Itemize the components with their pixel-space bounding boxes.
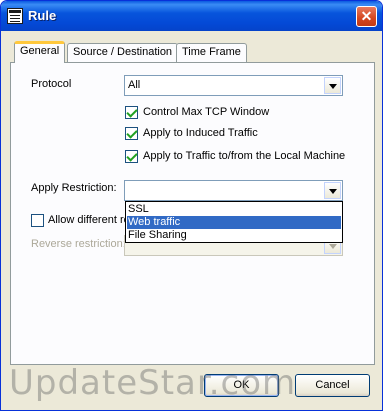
cancel-button[interactable]: Cancel — [295, 374, 370, 397]
allow-different-label: Allow different re — [48, 214, 130, 226]
apply-restriction-dropdown-list: SSL Web traffic File Sharing — [125, 201, 343, 243]
apply-restriction-combo[interactable] — [124, 180, 343, 201]
dropdown-option-ssl[interactable]: SSL — [127, 203, 341, 216]
watermark-logo: UpdateStar.com — [9, 363, 297, 403]
title-bar[interactable]: Rule ✕ — [1, 1, 382, 31]
dropdown-option-file-sharing[interactable]: File Sharing — [127, 229, 341, 242]
apply-local-machine-checkbox[interactable] — [125, 150, 138, 163]
apply-local-machine-label: Apply to Traffic to/from the Local Machi… — [143, 150, 346, 162]
tab-general[interactable]: General — [14, 41, 66, 63]
tab-source-destination-label: Source / Destination — [73, 46, 173, 58]
protocol-combo[interactable]: All — [124, 75, 343, 96]
tab-source-destination[interactable]: Source / Destination — [67, 43, 179, 62]
tab-general-label: General — [20, 45, 60, 57]
reverse-restriction-label: Reverse restriction: — [31, 238, 126, 250]
protocol-value: All — [128, 79, 141, 91]
window-title: Rule — [28, 8, 57, 23]
protocol-label: Protocol — [31, 78, 72, 90]
control-max-tcp-window-checkbox[interactable] — [125, 106, 138, 119]
dropdown-option-web-traffic[interactable]: Web traffic — [127, 216, 341, 229]
chevron-down-icon[interactable] — [324, 77, 341, 94]
tab-time-frame-label: Time Frame — [182, 46, 241, 58]
apply-induced-traffic-checkbox[interactable] — [125, 127, 138, 140]
allow-different-checkbox[interactable] — [31, 214, 44, 227]
apply-restriction-label: Apply Restriction: — [31, 182, 117, 194]
close-button[interactable]: ✕ — [356, 6, 377, 27]
window-icon — [7, 8, 23, 24]
chevron-down-icon[interactable] — [324, 182, 341, 199]
apply-induced-traffic-label: Apply to Induced Traffic — [143, 127, 258, 139]
control-max-tcp-window-label: Control Max TCP Window — [143, 106, 270, 118]
rule-dialog: Rule ✕ General Source / Destination Time… — [0, 0, 383, 411]
tab-time-frame[interactable]: Time Frame — [176, 43, 247, 62]
